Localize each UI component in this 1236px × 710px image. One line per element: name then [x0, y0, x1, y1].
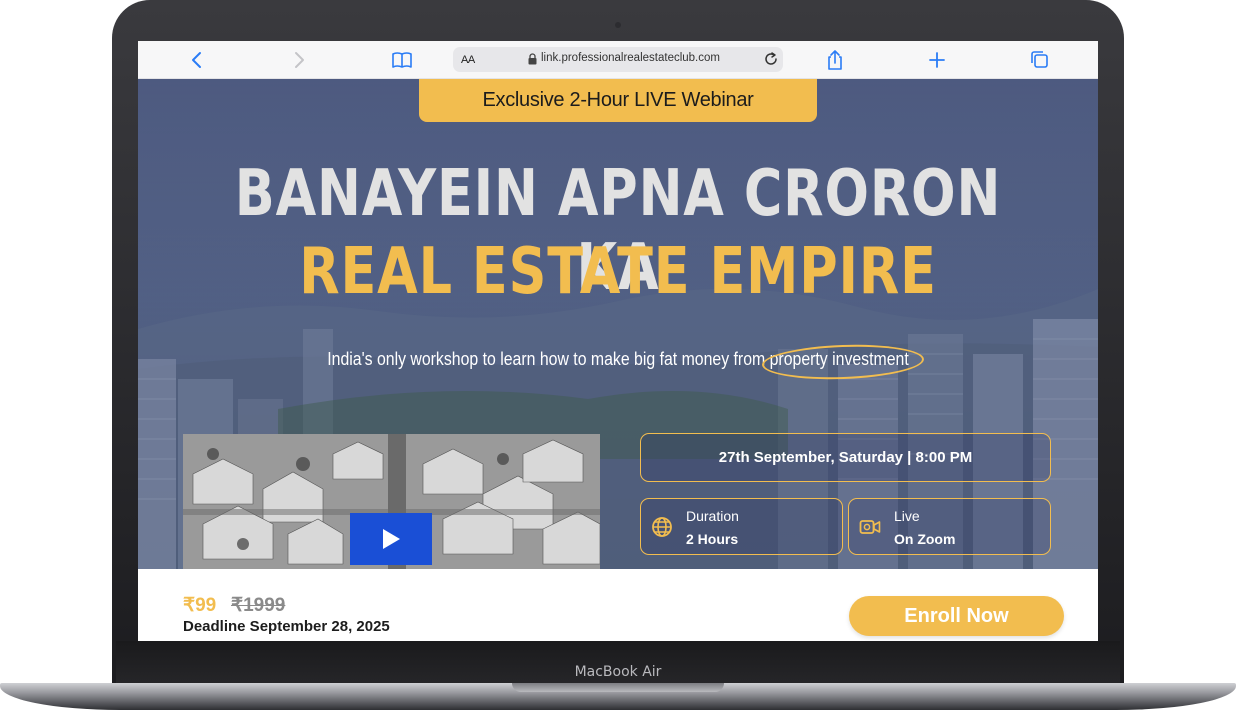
- video-player[interactable]: [183, 434, 600, 569]
- lock-icon: [528, 53, 537, 65]
- mode-value: On Zoom: [894, 531, 956, 547]
- deadline-text: Deadline September 28, 2025: [183, 618, 390, 635]
- share-icon[interactable]: [824, 49, 846, 71]
- play-icon: [383, 529, 400, 549]
- play-button[interactable]: [350, 513, 432, 565]
- address-bar[interactable]: AA link.professionalrealestateclub.com: [453, 47, 783, 72]
- device-label: MacBook Air: [574, 664, 662, 680]
- current-price: ₹99: [183, 595, 217, 616]
- forward-icon[interactable]: [288, 49, 310, 71]
- webinar-badge: Exclusive 2-Hour LIVE Webinar: [419, 79, 817, 122]
- live-card: Live On Zoom: [848, 498, 1051, 555]
- video-camera-icon: [859, 520, 881, 534]
- url-text: link.professionalrealestateclub.com: [541, 52, 720, 64]
- duration-value: 2 Hours: [686, 531, 739, 547]
- duration-card: Duration 2 Hours: [640, 498, 843, 555]
- laptop-notch: [512, 683, 724, 692]
- enroll-now-button[interactable]: Enroll Now: [849, 596, 1064, 636]
- new-tab-icon[interactable]: [926, 49, 948, 71]
- globe-icon: [652, 517, 672, 537]
- screen: AA link.professionalrealestateclub.com E…: [138, 41, 1098, 641]
- headline-highlight: REAL ESTATE EMPIRE: [299, 235, 937, 309]
- reload-icon[interactable]: [763, 51, 779, 67]
- hero-section: Exclusive 2-Hour LIVE Webinar BANAYEIN A…: [138, 79, 1098, 569]
- event-date-card: 27th September, Saturday | 8:00 PM: [640, 433, 1051, 482]
- back-icon[interactable]: [186, 49, 208, 71]
- original-price: ₹1999: [231, 595, 286, 616]
- event-date-text: 27th September, Saturday | 8:00 PM: [718, 449, 973, 466]
- duration-label: Duration: [686, 508, 739, 524]
- enroll-bar: ₹99 ₹1999 Deadline September 28, 2025 En…: [138, 569, 1098, 641]
- mode-label: Live: [894, 508, 920, 524]
- browser-toolbar: AA link.professionalrealestateclub.com: [138, 41, 1098, 79]
- reader-toggle[interactable]: AA: [461, 54, 475, 66]
- bookmarks-icon[interactable]: [391, 49, 413, 71]
- tabs-icon[interactable]: [1029, 49, 1051, 71]
- camera-icon: [615, 22, 621, 28]
